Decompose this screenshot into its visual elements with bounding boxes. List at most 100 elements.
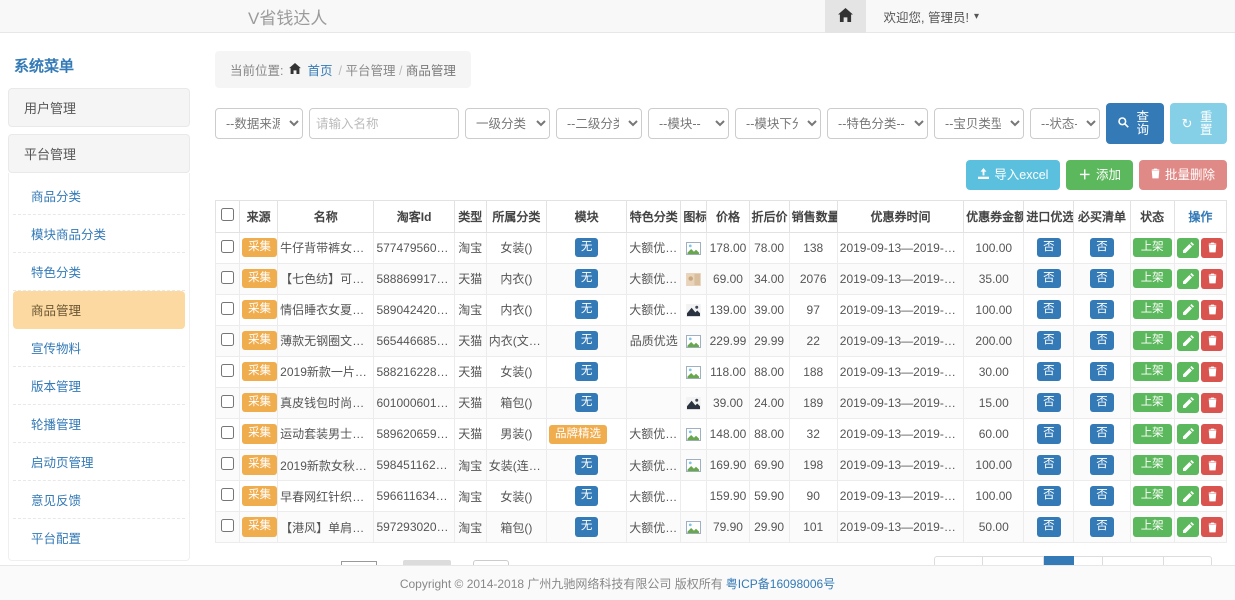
reset-button[interactable]: ↻ 重置 [1170, 103, 1227, 144]
status-badge[interactable]: 上架 [1133, 517, 1172, 537]
must-buy-toggle[interactable]: 否 [1090, 300, 1114, 320]
filter-select-6[interactable]: --宝贝类型-- [934, 108, 1024, 139]
sidebar-subitem-启动页管理[interactable]: 启动页管理 [13, 443, 185, 481]
breadcrumb-home-link[interactable]: 首页 [307, 60, 332, 79]
must-buy-toggle[interactable]: 否 [1090, 269, 1114, 289]
status-badge[interactable]: 上架 [1133, 331, 1172, 351]
status-badge[interactable]: 上架 [1133, 269, 1172, 289]
pager-button-1[interactable]: 1 [1044, 556, 1074, 565]
row-checkbox[interactable] [221, 302, 234, 315]
must-buy-toggle[interactable]: 否 [1090, 331, 1114, 351]
imported-toggle[interactable]: 否 [1037, 362, 1061, 382]
query-button[interactable]: 查询 [1106, 103, 1164, 144]
delete-button[interactable] [1201, 362, 1223, 382]
query-label: 查询 [1134, 111, 1152, 136]
edit-button[interactable] [1177, 486, 1199, 506]
must-buy-toggle[interactable]: 否 [1090, 424, 1114, 444]
filter-select-3[interactable]: --模块-- [648, 108, 729, 139]
row-checkbox[interactable] [221, 364, 234, 377]
imported-toggle[interactable]: 否 [1037, 300, 1061, 320]
pager-button-首页[interactable]: 首页 [934, 556, 983, 565]
must-buy-toggle[interactable]: 否 [1090, 238, 1114, 258]
status-badge[interactable]: 上架 [1133, 486, 1172, 506]
sidebar-subitem-特色分类[interactable]: 特色分类 [13, 253, 185, 291]
source-select[interactable]: --数据来源-- [215, 108, 303, 139]
status-badge[interactable]: 上架 [1133, 300, 1172, 320]
icp-link[interactable]: 粤ICP备16098006号 [726, 575, 835, 592]
row-checkbox[interactable] [221, 271, 234, 284]
imported-toggle[interactable]: 否 [1037, 424, 1061, 444]
delete-button[interactable] [1201, 455, 1223, 475]
delete-button[interactable] [1201, 238, 1223, 258]
delete-button[interactable] [1201, 269, 1223, 289]
status-badge[interactable]: 上架 [1133, 455, 1172, 475]
row-select-cell [216, 387, 240, 418]
row-checkbox[interactable] [221, 426, 234, 439]
add-button[interactable]: ＋ 添加 [1066, 160, 1133, 190]
row-checkbox[interactable] [221, 395, 234, 408]
batch-delete-button[interactable]: 批量删除 [1139, 160, 1227, 190]
delete-button[interactable] [1201, 517, 1223, 537]
name-search-input[interactable] [309, 108, 459, 139]
sidebar-subitem-商品管理[interactable]: 商品管理 [13, 291, 185, 329]
sidebar-subitem-版本管理[interactable]: 版本管理 [13, 367, 185, 405]
must-buy-toggle[interactable]: 否 [1090, 455, 1114, 475]
delete-button[interactable] [1201, 486, 1223, 506]
imported-toggle[interactable]: 否 [1037, 331, 1061, 351]
edit-button[interactable] [1177, 455, 1199, 475]
row-checkbox[interactable] [221, 240, 234, 253]
delete-button[interactable] [1201, 300, 1223, 320]
imported-toggle[interactable]: 否 [1037, 393, 1061, 413]
row-checkbox[interactable] [221, 488, 234, 501]
status-badge[interactable]: 上架 [1133, 362, 1172, 382]
sidebar-group-平台管理[interactable]: 平台管理 [8, 134, 190, 173]
sidebar-subitem-意见反馈[interactable]: 意见反馈 [13, 481, 185, 519]
imported-toggle[interactable]: 否 [1037, 238, 1061, 258]
import-excel-button[interactable]: 导入excel [966, 160, 1060, 190]
delete-button[interactable] [1201, 424, 1223, 444]
row-checkbox[interactable] [221, 457, 234, 470]
home-button[interactable] [825, 0, 866, 33]
sidebar-subitem-商品分类[interactable]: 商品分类 [13, 177, 185, 215]
imported-toggle[interactable]: 否 [1037, 517, 1061, 537]
user-menu[interactable]: 欢迎您, 管理员! ▾ [866, 7, 997, 26]
filter-select-2[interactable]: --二级分类-- [556, 108, 642, 139]
filter-select-1[interactable]: 一级分类 [465, 108, 550, 139]
pager-button-下一页[interactable]: 下一页 [1103, 556, 1164, 565]
filter-select-4[interactable]: --模块下分类-- [735, 108, 821, 139]
row-checkbox[interactable] [221, 519, 234, 532]
sidebar-subitem-宣传物料[interactable]: 宣传物料 [13, 329, 185, 367]
source-cell: 采集 [240, 450, 278, 481]
must-buy-toggle[interactable]: 否 [1090, 517, 1114, 537]
select-all-checkbox[interactable] [221, 208, 234, 221]
edit-button[interactable] [1177, 362, 1199, 382]
sidebar-subitem-平台配置[interactable]: 平台配置 [13, 519, 185, 556]
sidebar-group-用户管理[interactable]: 用户管理 [8, 88, 190, 127]
sidebar-subitem-轮播管理[interactable]: 轮播管理 [13, 405, 185, 443]
edit-button[interactable] [1177, 300, 1199, 320]
edit-button[interactable] [1177, 238, 1199, 258]
must-buy-toggle[interactable]: 否 [1090, 393, 1114, 413]
pager-button-上一页[interactable]: 上一页 [983, 556, 1044, 565]
imported-toggle[interactable]: 否 [1037, 486, 1061, 506]
filter-select-7[interactable]: --状态-- [1030, 108, 1100, 139]
must-buy-toggle[interactable]: 否 [1090, 486, 1114, 506]
delete-button[interactable] [1201, 393, 1223, 413]
status-badge[interactable]: 上架 [1133, 393, 1172, 413]
edit-button[interactable] [1177, 269, 1199, 289]
edit-button[interactable] [1177, 424, 1199, 444]
status-badge[interactable]: 上架 [1133, 238, 1172, 258]
imported-toggle[interactable]: 否 [1037, 269, 1061, 289]
edit-button[interactable] [1177, 517, 1199, 537]
edit-button[interactable] [1177, 331, 1199, 351]
status-badge[interactable]: 上架 [1133, 424, 1172, 444]
must-buy-toggle[interactable]: 否 [1090, 362, 1114, 382]
edit-button[interactable] [1177, 393, 1199, 413]
imported-toggle[interactable]: 否 [1037, 455, 1061, 475]
pager-button-末页[interactable]: 末页 [1164, 556, 1212, 565]
filter-select-5[interactable]: --特色分类-- [827, 108, 928, 139]
sidebar-subitem-模块商品分类[interactable]: 模块商品分类 [13, 215, 185, 253]
pager-button-2[interactable]: 2 [1074, 556, 1104, 565]
delete-button[interactable] [1201, 331, 1223, 351]
row-checkbox[interactable] [221, 333, 234, 346]
